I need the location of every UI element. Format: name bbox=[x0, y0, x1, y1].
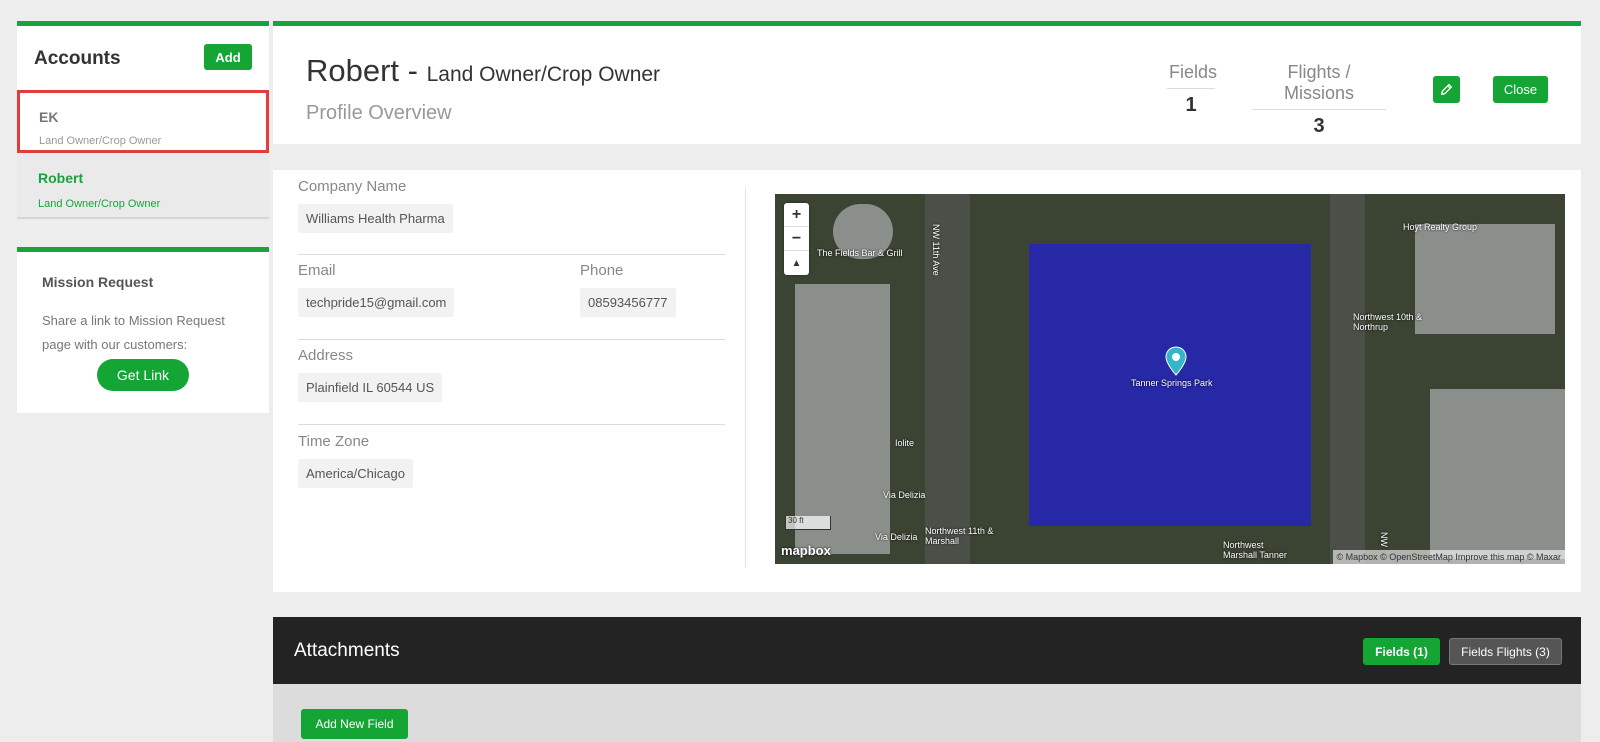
map-label: Northwest 11th & Marshall bbox=[925, 526, 994, 546]
account-item-ek[interactable]: EK Land Owner/Crop Owner bbox=[17, 90, 269, 153]
account-role: Land Owner/Crop Owner bbox=[39, 135, 162, 147]
get-link-button[interactable]: Get Link bbox=[97, 359, 189, 391]
account-item-robert[interactable]: Robert Land Owner/Crop Owner bbox=[17, 153, 269, 219]
profile-name: Robert - bbox=[306, 53, 418, 88]
field-map[interactable]: The Fields Bar & Grill NW 11th Ave Hoyt … bbox=[775, 194, 1565, 564]
stat-value: 1 bbox=[1185, 94, 1197, 116]
divider bbox=[298, 254, 725, 255]
address-value: Plainfield IL 60544 US bbox=[298, 373, 443, 402]
map-label: Tanner Springs Park bbox=[1131, 378, 1213, 388]
pencil-icon bbox=[1440, 83, 1453, 96]
map-building bbox=[1415, 224, 1555, 334]
field-label: Company Name bbox=[298, 178, 407, 195]
mission-request-description: Share a link to Mission Request page wit… bbox=[42, 313, 225, 352]
edit-button[interactable] bbox=[1433, 76, 1460, 103]
account-role: Land Owner/Crop Owner bbox=[38, 198, 161, 210]
add-new-field-button[interactable]: Add New Field bbox=[301, 709, 408, 739]
attachments-body: Add New Field bbox=[273, 684, 1581, 742]
map-label: The Fields Bar & Grill bbox=[817, 248, 903, 258]
attachments-header: Attachments Fields (1) Fields Flights (3… bbox=[273, 617, 1581, 684]
account-name: EK bbox=[39, 109, 59, 125]
email-field: Email techpride15@gmail.com bbox=[298, 262, 455, 317]
account-name: Robert bbox=[38, 170, 84, 186]
map-label: Via Delizia bbox=[883, 490, 926, 500]
field-label: Address bbox=[298, 347, 354, 364]
map-label: Northwest 10th & Northrup bbox=[1353, 312, 1423, 332]
profile-header: Robert - Land Owner/Crop Owner Profile O… bbox=[273, 21, 1581, 144]
map-label: Iolite bbox=[895, 438, 915, 448]
field-label: Time Zone bbox=[298, 433, 370, 450]
attachments-title: Attachments bbox=[294, 640, 400, 661]
mission-request-panel: Mission Request Share a link to Mission … bbox=[17, 247, 269, 413]
map-label: Northwest Marshall Tanner bbox=[1223, 540, 1287, 560]
accounts-panel: Accounts Add EK Land Owner/Crop Owner Ro… bbox=[17, 21, 269, 219]
map-building bbox=[795, 284, 890, 554]
divider bbox=[298, 424, 725, 425]
company-field: Company Name Williams Health Pharma bbox=[298, 178, 453, 233]
phone-field: Phone 08593456777 bbox=[580, 262, 676, 317]
stat-value: 3 bbox=[1313, 115, 1325, 137]
stat-label: Flights / Missions bbox=[1252, 62, 1386, 110]
map-building bbox=[1430, 389, 1565, 559]
phone-value: 08593456777 bbox=[580, 288, 676, 317]
tab-fields[interactable]: Fields (1) bbox=[1363, 638, 1440, 665]
timezone-value: America/Chicago bbox=[298, 459, 413, 488]
timezone-field: Time Zone America/Chicago bbox=[298, 433, 413, 488]
compass-button[interactable]: ▲ bbox=[784, 251, 809, 275]
profile-role: Land Owner/Crop Owner bbox=[426, 63, 661, 86]
map-label: NW 11th Ave bbox=[931, 224, 941, 276]
mission-request-title: Mission Request bbox=[42, 274, 154, 290]
accounts-title: Accounts bbox=[34, 48, 121, 69]
profile-details: Company Name Williams Health Pharma Emai… bbox=[273, 170, 1581, 592]
page-subtitle: Profile Overview bbox=[306, 102, 452, 124]
map-label: Hoyt Realty Group bbox=[1403, 222, 1478, 232]
map-road bbox=[1330, 194, 1365, 564]
mapbox-logo[interactable]: mapbox bbox=[781, 543, 831, 558]
stat-label: Fields bbox=[1167, 62, 1217, 89]
email-value: techpride15@gmail.com bbox=[298, 288, 455, 317]
tab-fields-flights[interactable]: Fields Flights (3) bbox=[1449, 638, 1562, 665]
zoom-in-button[interactable]: + bbox=[784, 203, 809, 227]
stat-fields: Fields 1 bbox=[1167, 62, 1217, 117]
map-attribution[interactable]: © Mapbox © OpenStreetMap Improve this ma… bbox=[1332, 550, 1565, 564]
company-value: Williams Health Pharma bbox=[298, 204, 453, 233]
page-title: Robert - Land Owner/Crop Owner bbox=[306, 53, 660, 89]
map-controls: + − ▲ bbox=[784, 203, 809, 275]
address-field: Address Plainfield IL 60544 US bbox=[298, 347, 443, 402]
add-account-button[interactable]: Add bbox=[204, 44, 252, 70]
stat-flights-missions: Flights / Missions 3 bbox=[1252, 62, 1386, 138]
column-divider bbox=[745, 188, 746, 568]
field-label: Email bbox=[298, 262, 336, 279]
map-label: NW bbox=[1379, 532, 1389, 547]
field-label: Phone bbox=[580, 262, 624, 279]
map-label: Via Delizia bbox=[875, 532, 918, 542]
divider bbox=[298, 339, 725, 340]
map-scale: 30 ft bbox=[785, 516, 831, 530]
zoom-out-button[interactable]: − bbox=[784, 227, 809, 251]
map-pin-icon[interactable] bbox=[1165, 346, 1187, 376]
close-button[interactable]: Close bbox=[1493, 76, 1548, 103]
